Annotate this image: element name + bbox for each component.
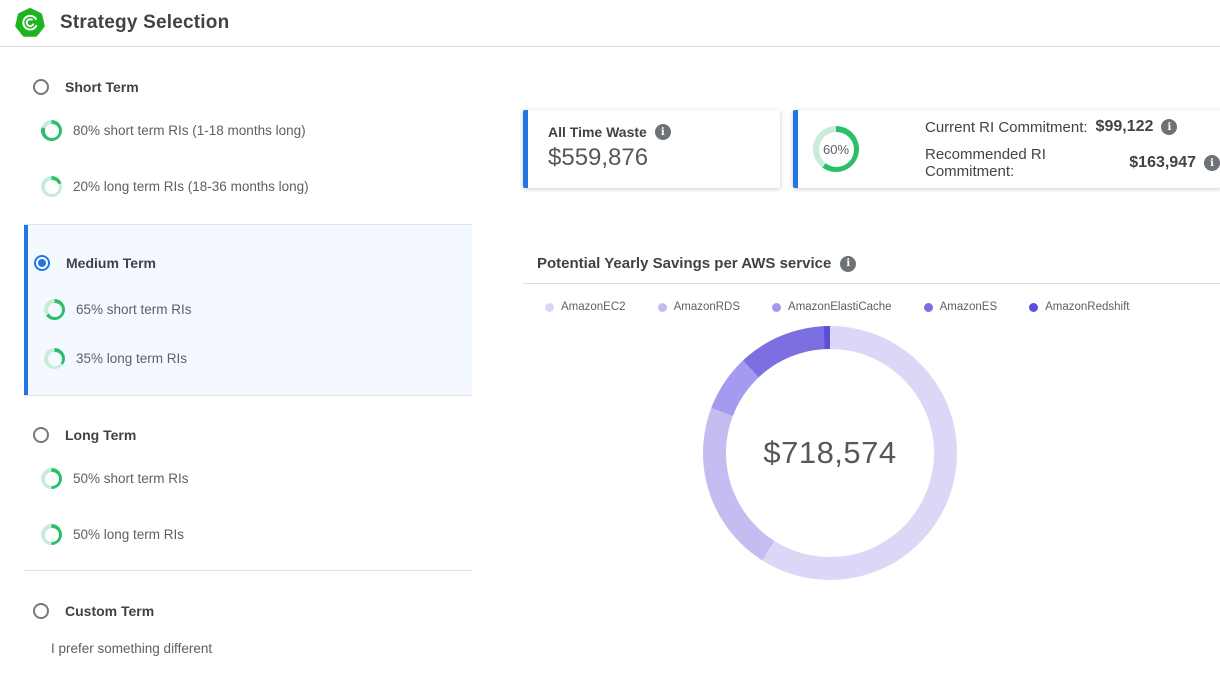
percent-ring-icon: [41, 468, 62, 489]
legend-label: AmazonRedshift: [1045, 301, 1129, 313]
strategy-medium-term: Medium Term 65% short term RIs 35% long …: [24, 224, 472, 396]
legend-item-amazonelasticache[interactable]: AmazonElastiCache: [772, 301, 892, 313]
brand-logo-icon: [15, 8, 45, 38]
strategy-option: 20% long term RIs (18-36 months long): [24, 176, 472, 197]
strategy-long-term: Long Term 50% short term RIs 50% long te…: [24, 396, 472, 545]
waste-card-value: $559,876: [548, 144, 780, 172]
chart-title: Potential Yearly Savings per AWS service: [537, 255, 831, 272]
current-ri-label: Current RI Commitment:: [925, 119, 1088, 136]
medium-term-radio-row[interactable]: Medium Term: [24, 255, 472, 271]
option-label: 35% long term RIs: [76, 351, 187, 366]
donut-center-total: $718,574: [703, 326, 957, 580]
legend-swatch-icon: [658, 303, 667, 312]
waste-card-label: All Time Waste: [548, 124, 647, 140]
legend-item-amazonrds[interactable]: AmazonRDS: [658, 301, 740, 313]
legend-label: AmazonEC2: [561, 301, 626, 313]
legend-swatch-icon: [772, 303, 781, 312]
custom-term-description: I prefer something different: [24, 641, 472, 656]
legend-swatch-icon: [924, 303, 933, 312]
legend-item-amazonec2[interactable]: AmazonEC2: [545, 301, 626, 313]
legend-label: AmazonElastiCache: [788, 301, 892, 313]
strategy-option: 35% long term RIs: [24, 348, 472, 369]
ri-commitment-card: 60% Current RI Commitment: $99,122 i Rec…: [793, 110, 1220, 188]
recommended-ri-commitment-row: Recommended RI Commitment: $163,947 i: [925, 146, 1220, 180]
radio-button[interactable]: [33, 427, 49, 443]
current-ri-value: $99,122: [1096, 118, 1154, 136]
legend-label: AmazonES: [940, 301, 998, 313]
percent-ring-icon: [41, 120, 62, 141]
legend-item-amazones[interactable]: AmazonES: [924, 301, 998, 313]
strategy-option: 50% short term RIs: [24, 468, 472, 489]
commitment-gauge-ring: 60%: [813, 126, 859, 172]
percent-ring-icon: [44, 348, 65, 369]
strategy-label: Short Term: [65, 79, 139, 95]
option-label: 20% long term RIs (18-36 months long): [73, 179, 309, 194]
option-label: 80% short term RIs (1-18 months long): [73, 123, 306, 138]
strategy-list: Short Term 80% short term RIs (1-18 mont…: [24, 48, 472, 656]
legend-swatch-icon: [1029, 303, 1038, 312]
info-icon[interactable]: i: [1161, 119, 1177, 135]
page-title: Strategy Selection: [60, 12, 229, 34]
chart-divider: [523, 283, 1220, 284]
radio-button[interactable]: [33, 603, 49, 619]
legend-label: AmazonRDS: [674, 301, 740, 313]
option-label: 50% long term RIs: [73, 527, 184, 542]
chart-legend: AmazonEC2 AmazonRDS AmazonElastiCache Am…: [545, 301, 1162, 313]
strategy-label: Custom Term: [65, 603, 154, 619]
current-ri-commitment-row: Current RI Commitment: $99,122 i: [925, 118, 1220, 136]
legend-item-amazonredshift[interactable]: AmazonRedshift: [1029, 301, 1129, 313]
percent-ring-icon: [41, 524, 62, 545]
kpi-cards-row: All Time Waste i $559,876 60% Current RI…: [523, 110, 1220, 188]
savings-donut-chart: $718,574: [703, 326, 957, 580]
radio-button-selected[interactable]: [34, 255, 50, 271]
strategy-short-term: Short Term 80% short term RIs (1-18 mont…: [24, 48, 472, 197]
percent-ring-icon: [44, 299, 65, 320]
custom-term-radio-row[interactable]: Custom Term: [24, 603, 472, 619]
commitment-gauge-label: 60%: [813, 126, 859, 172]
strategy-label: Long Term: [65, 427, 136, 443]
strategy-label: Medium Term: [66, 255, 156, 271]
percent-ring-icon: [41, 176, 62, 197]
short-term-radio-row[interactable]: Short Term: [24, 79, 472, 95]
legend-swatch-icon: [545, 303, 554, 312]
long-term-radio-row[interactable]: Long Term: [24, 427, 472, 443]
recommended-ri-value: $163,947: [1129, 154, 1196, 172]
option-label: 65% short term RIs: [76, 302, 192, 317]
all-time-waste-card: All Time Waste i $559,876: [523, 110, 780, 188]
info-icon[interactable]: i: [840, 256, 856, 272]
summary-panel: All Time Waste i $559,876 60% Current RI…: [523, 0, 1220, 691]
strategy-option: 80% short term RIs (1-18 months long): [24, 120, 472, 141]
strategy-option: 65% short term RIs: [24, 299, 472, 320]
info-icon[interactable]: i: [655, 124, 671, 140]
radio-button[interactable]: [33, 79, 49, 95]
strategy-option: 50% long term RIs: [24, 524, 472, 545]
recommended-ri-label: Recommended RI Commitment:: [925, 146, 1121, 180]
chart-header: Potential Yearly Savings per AWS service…: [537, 255, 856, 272]
strategy-custom-term: Custom Term I prefer something different: [24, 571, 472, 656]
option-label: 50% short term RIs: [73, 471, 189, 486]
info-icon[interactable]: i: [1204, 155, 1220, 171]
